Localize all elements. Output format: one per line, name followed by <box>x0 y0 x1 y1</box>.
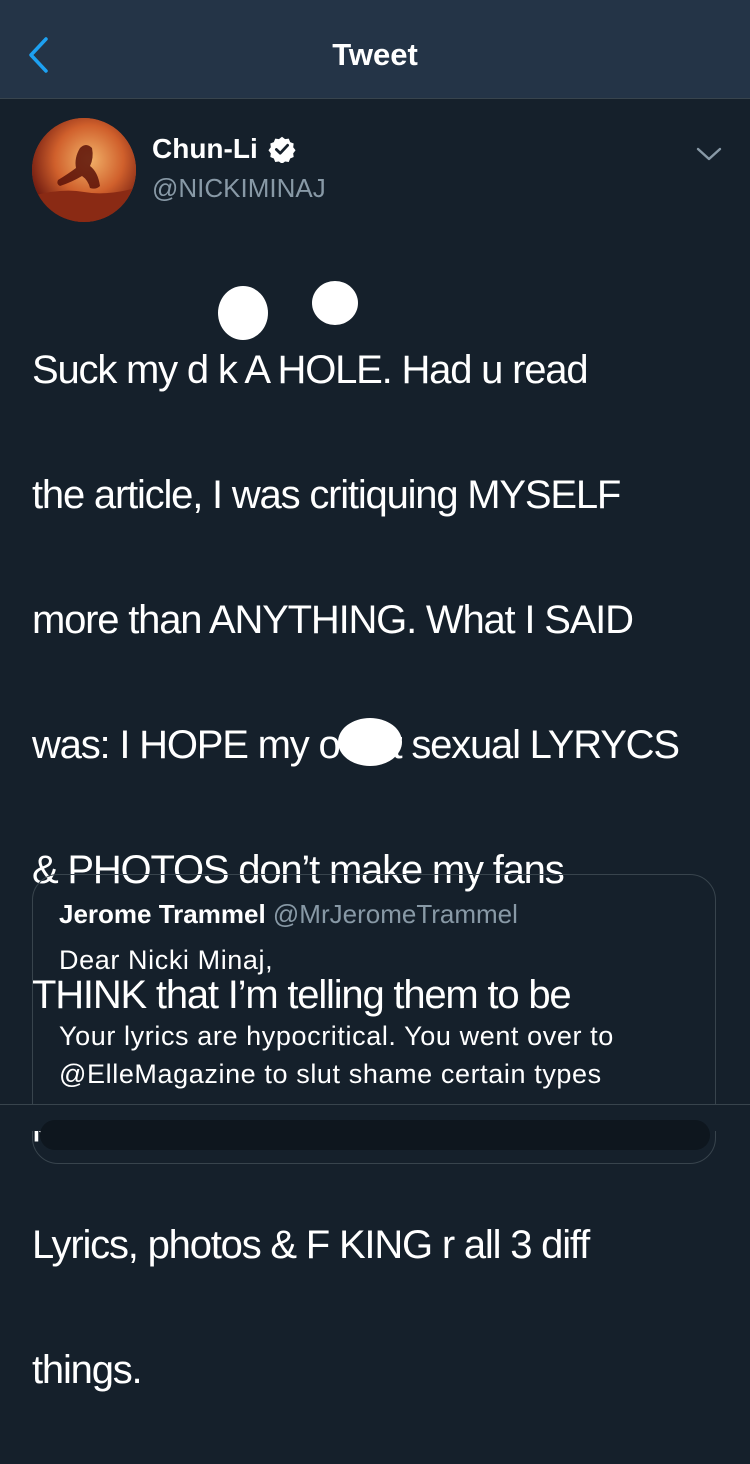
more-options-button[interactable] <box>694 144 724 164</box>
redaction-mark <box>218 286 268 340</box>
quoted-author-handle: @MrJeromeTrammel <box>272 899 518 929</box>
quoted-tweet-text: Dear Nicki Minaj, Your lyrics are hypocr… <box>59 945 614 1089</box>
redaction-mark <box>312 281 358 325</box>
author-row: Chun-Li <box>152 130 296 168</box>
avatar-image <box>32 118 136 222</box>
avatar[interactable] <box>32 118 136 222</box>
author-handle[interactable]: @NICKIMINAJ <box>152 170 326 206</box>
tweet-line: Lyrics, photos & F KING r all 3 diff <box>32 1222 590 1267</box>
verified-badge-icon <box>268 136 296 163</box>
tweet-line: Suck my d k A HOLE. Had u read <box>32 347 589 392</box>
author-name[interactable]: Chun-Li <box>152 130 258 168</box>
tweet-text: Suck my d k A HOLE. Had u read the artic… <box>32 276 732 1464</box>
tweet-line: more than ANYTHING. What I SAID <box>32 597 634 642</box>
redaction-mark <box>338 718 402 766</box>
page-title: Tweet <box>332 37 418 72</box>
quoted-tweet-header: Jerome Trammel @MrJeromeTrammel <box>59 897 518 931</box>
top-navigation-bar: Tweet <box>0 0 750 99</box>
chevron-down-icon <box>696 147 722 161</box>
tweet-line: things. <box>32 1347 143 1392</box>
tweet-line: the article, I was critiquing MYSELF <box>32 472 621 517</box>
quoted-author-name: Jerome Trammel <box>59 899 266 929</box>
reply-bar[interactable] <box>40 1120 710 1150</box>
